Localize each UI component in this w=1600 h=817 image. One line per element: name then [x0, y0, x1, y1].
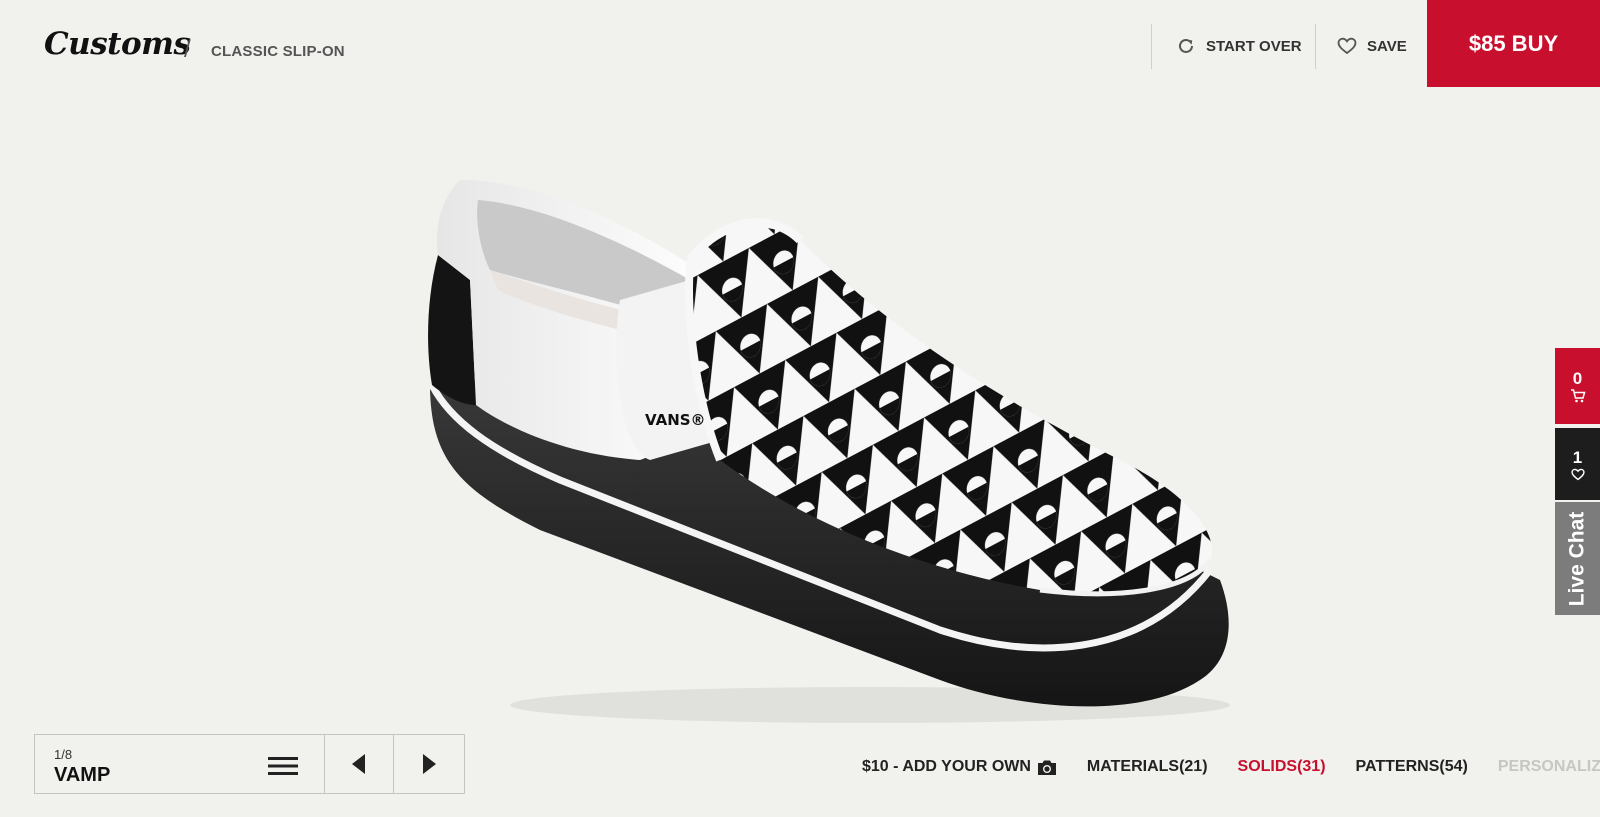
customs-logo[interactable]: Customs — [44, 26, 191, 62]
live-chat-button[interactable]: Live Chat — [1555, 502, 1600, 615]
breadcrumb-separator: / — [184, 36, 191, 63]
arrow-right-icon — [423, 754, 437, 774]
tab-solids[interactable]: SOLIDS(31) — [1238, 758, 1326, 776]
cart-button[interactable]: 0 — [1555, 348, 1600, 424]
camera-icon — [1037, 760, 1056, 775]
product-name: CLASSIC SLIP-ON — [211, 43, 345, 60]
tab-materials[interactable]: MATERIALS(21) — [1087, 758, 1208, 776]
heart-icon — [1337, 37, 1357, 55]
buy-label: $85 BUY — [1468, 30, 1559, 56]
save-button[interactable]: SAVE — [1337, 34, 1407, 58]
tab-add-your-own-label: $10 - ADD YOUR OWN — [862, 758, 1031, 775]
header-divider — [1151, 24, 1152, 69]
part-step-counter: 1/8 — [54, 747, 73, 762]
vans-logo: VANS® — [645, 411, 706, 429]
tab-personalize[interactable]: PERSONALIZE — [1498, 758, 1600, 776]
part-name: VAMP — [54, 764, 111, 786]
buy-button[interactable]: $85 BUY — [1427, 0, 1600, 87]
start-over-label: START OVER — [1206, 37, 1302, 55]
arrow-left-icon — [351, 754, 365, 774]
cart-icon — [1570, 389, 1585, 403]
shoe-preview[interactable]: VANS® — [420, 160, 1260, 730]
previous-part-button[interactable] — [325, 735, 395, 793]
header-divider — [1315, 24, 1316, 69]
save-label: SAVE — [1367, 37, 1407, 55]
tab-patterns[interactable]: PATTERNS(54) — [1356, 758, 1468, 776]
favorites-count: 1 — [1572, 447, 1583, 467]
part-info[interactable]: 1/8 VAMP — [35, 735, 325, 793]
part-navigator: 1/8 VAMP — [34, 734, 465, 794]
live-chat-label: Live Chat — [1565, 511, 1589, 606]
heart-icon — [1570, 468, 1585, 480]
menu-icon[interactable] — [268, 756, 298, 776]
option-tabs: $10 - ADD YOUR OWN MATERIALS(21) SOLIDS(… — [862, 756, 1600, 778]
refresh-icon — [1179, 39, 1193, 53]
next-part-button[interactable] — [394, 735, 464, 793]
cart-count: 0 — [1572, 369, 1583, 388]
favorites-button[interactable]: 1 — [1555, 428, 1600, 500]
tab-add-your-own[interactable]: $10 - ADD YOUR OWN — [862, 758, 1057, 776]
start-over-button[interactable]: START OVER — [1176, 34, 1302, 58]
